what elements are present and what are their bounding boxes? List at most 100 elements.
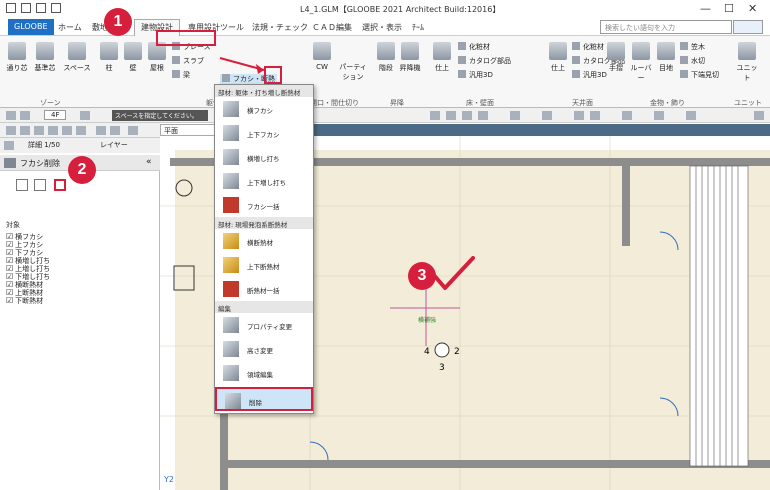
dd-top-bottom-fukashi[interactable]: 上下フカシ	[215, 121, 313, 145]
tab-gloobe[interactable]: GLOOBE	[8, 19, 54, 35]
extend-icon[interactable]	[110, 126, 120, 135]
maximize-button[interactable]: ☐	[724, 2, 734, 15]
makeup-material-button[interactable]: 化粧材	[458, 42, 490, 52]
pick-tool-icon[interactable]	[16, 179, 28, 191]
stairs-button[interactable]: 階段	[376, 42, 396, 73]
move-icon[interactable]	[34, 126, 44, 135]
group-unit-label: ユニット	[734, 99, 762, 107]
group-lift-label: 昇降	[390, 99, 404, 107]
rotate-icon[interactable]	[48, 126, 58, 135]
grid-icon[interactable]	[128, 126, 138, 135]
snap-icon[interactable]	[462, 111, 472, 120]
undo-icon[interactable]	[574, 111, 584, 120]
floor-select[interactable]: 4F	[44, 110, 67, 120]
ceiling-edge-button[interactable]: 下端見切	[680, 70, 719, 80]
new-file-icon[interactable]	[21, 3, 31, 13]
app-icon[interactable]	[6, 3, 16, 13]
highlight-building-tab	[156, 30, 216, 46]
dd-fukashi-all[interactable]: フカシ一括	[215, 193, 313, 217]
trim-icon[interactable]	[96, 126, 106, 135]
checkbox-bottom-insulation[interactable]: 下断熱材	[6, 296, 43, 306]
dd-side-thickening[interactable]: 横増し打ち	[215, 145, 313, 169]
stair-area	[689, 165, 749, 467]
ceiling-generic-3d-button[interactable]: 汎用3D	[572, 70, 607, 80]
scale-toolbar: 詳細 1/50 レイヤー	[0, 138, 160, 153]
column-icon	[100, 42, 118, 60]
line-icon[interactable]	[76, 126, 86, 135]
account-icon[interactable]	[733, 20, 763, 34]
floor-icon[interactable]	[20, 111, 30, 120]
dd-height-change[interactable]: 高さ変更	[215, 337, 313, 361]
handrail-button[interactable]: 手摺	[606, 42, 626, 73]
ceiling-makeup-button[interactable]: 化粧材	[572, 42, 604, 52]
roof-button[interactable]: 屋根	[146, 42, 168, 73]
mirror-icon[interactable]	[62, 126, 72, 135]
louver-button[interactable]: ルーバー	[628, 42, 654, 83]
minimize-button[interactable]: —	[700, 2, 711, 15]
ceiling-finish-button[interactable]: 仕上	[548, 42, 568, 73]
tab-home[interactable]: ホーム	[52, 21, 88, 34]
group-hardware-label: 金物・飾り	[650, 99, 685, 107]
joint-button[interactable]: 目地	[656, 42, 676, 73]
grid-line-button[interactable]: 通り芯	[4, 42, 30, 73]
dd-top-bottom-thickening[interactable]: 上下増し打ち	[215, 169, 313, 193]
dd-side-fukashi[interactable]: 横フカシ	[215, 97, 313, 121]
dd-property-change[interactable]: プロパティ変更	[215, 313, 313, 337]
view-tile-icon[interactable]	[430, 111, 440, 120]
layer-button[interactable]: レイヤー	[100, 140, 128, 150]
tab-regulations[interactable]: 法規・チェック	[246, 21, 314, 34]
copy-icon[interactable]	[20, 126, 30, 135]
column-button[interactable]: 柱	[100, 42, 118, 73]
space-select-tool-icon[interactable]	[54, 179, 66, 191]
zoom-icon[interactable]	[542, 111, 552, 120]
slab-button[interactable]: スラブ	[172, 56, 204, 66]
dd-delete[interactable]: 削除	[215, 387, 313, 411]
catalog-parts-button[interactable]: カタログ部品	[458, 56, 511, 66]
dd-top-bottom-insulation[interactable]: 上下断熱材	[215, 253, 313, 277]
close-button[interactable]: ✕	[748, 2, 757, 15]
collapse-icon[interactable]: «	[146, 157, 152, 167]
dd-insulation-all[interactable]: 断熱材一括	[215, 277, 313, 301]
dd-section-insulation: 部材: 現場発泡系断熱材	[215, 217, 313, 229]
dd-region-edit[interactable]: 領域編集	[215, 361, 313, 385]
scale-select[interactable]: 詳細 1/50	[28, 140, 60, 150]
beam-button[interactable]: 梁	[172, 70, 190, 80]
open-file-icon[interactable]	[36, 3, 46, 13]
more-icon[interactable]	[754, 111, 764, 120]
floor-finish-button[interactable]: 仕上	[432, 42, 452, 73]
measure-icon[interactable]	[478, 111, 488, 120]
base-line-button[interactable]: 基準芯	[32, 42, 58, 73]
tab-cad-edit[interactable]: ＣＡＤ編集	[306, 21, 358, 34]
select-icon[interactable]	[6, 126, 16, 135]
dd-side-insulation[interactable]: 横断熱材	[215, 229, 313, 253]
display-icon[interactable]	[510, 111, 520, 120]
top-bottom-thickening-icon	[223, 173, 239, 189]
fascia-button[interactable]: 笠木	[680, 42, 705, 52]
partition-button[interactable]: パーティション	[336, 62, 370, 82]
redo-icon[interactable]	[590, 111, 600, 120]
cw-button[interactable]: CW	[312, 42, 332, 71]
help-icon[interactable]	[622, 111, 632, 120]
side-insulation-icon	[223, 233, 239, 249]
view-tab-plan[interactable]: 平面	[160, 124, 220, 136]
elevator-button[interactable]: 昇降機	[398, 42, 422, 73]
prev-floor-icon[interactable]	[6, 111, 16, 120]
tab-select-view[interactable]: 選択・表示	[356, 21, 408, 34]
generic-3d-button[interactable]: 汎用3D	[458, 70, 493, 80]
search-input[interactable]: 検索したい語句を入力	[600, 20, 732, 34]
range-tool-icon[interactable]	[34, 179, 46, 191]
view-split-icon[interactable]	[446, 111, 456, 120]
space-button[interactable]: スペース	[62, 42, 92, 73]
wall-button[interactable]: 壁	[124, 42, 142, 73]
display-mode-icon[interactable]	[4, 141, 14, 150]
drip-button[interactable]: 水切	[680, 56, 705, 66]
panel-title: フカシ削除	[20, 159, 60, 168]
tab-team[interactable]: ﾁｰﾑ	[406, 21, 430, 34]
space-marker[interactable]	[434, 342, 450, 358]
walk-icon[interactable]	[686, 111, 696, 120]
render-icon[interactable]	[654, 111, 664, 120]
next-floor-icon[interactable]	[80, 111, 90, 120]
unit-button[interactable]: ユニット	[734, 42, 760, 83]
fukashi-dropdown-menu: 部材: 躯体・打ち増し断熱材 横フカシ 上下フカシ 横増し打ち 上下増し打ち フ…	[214, 84, 314, 414]
save-icon[interactable]	[51, 3, 61, 13]
